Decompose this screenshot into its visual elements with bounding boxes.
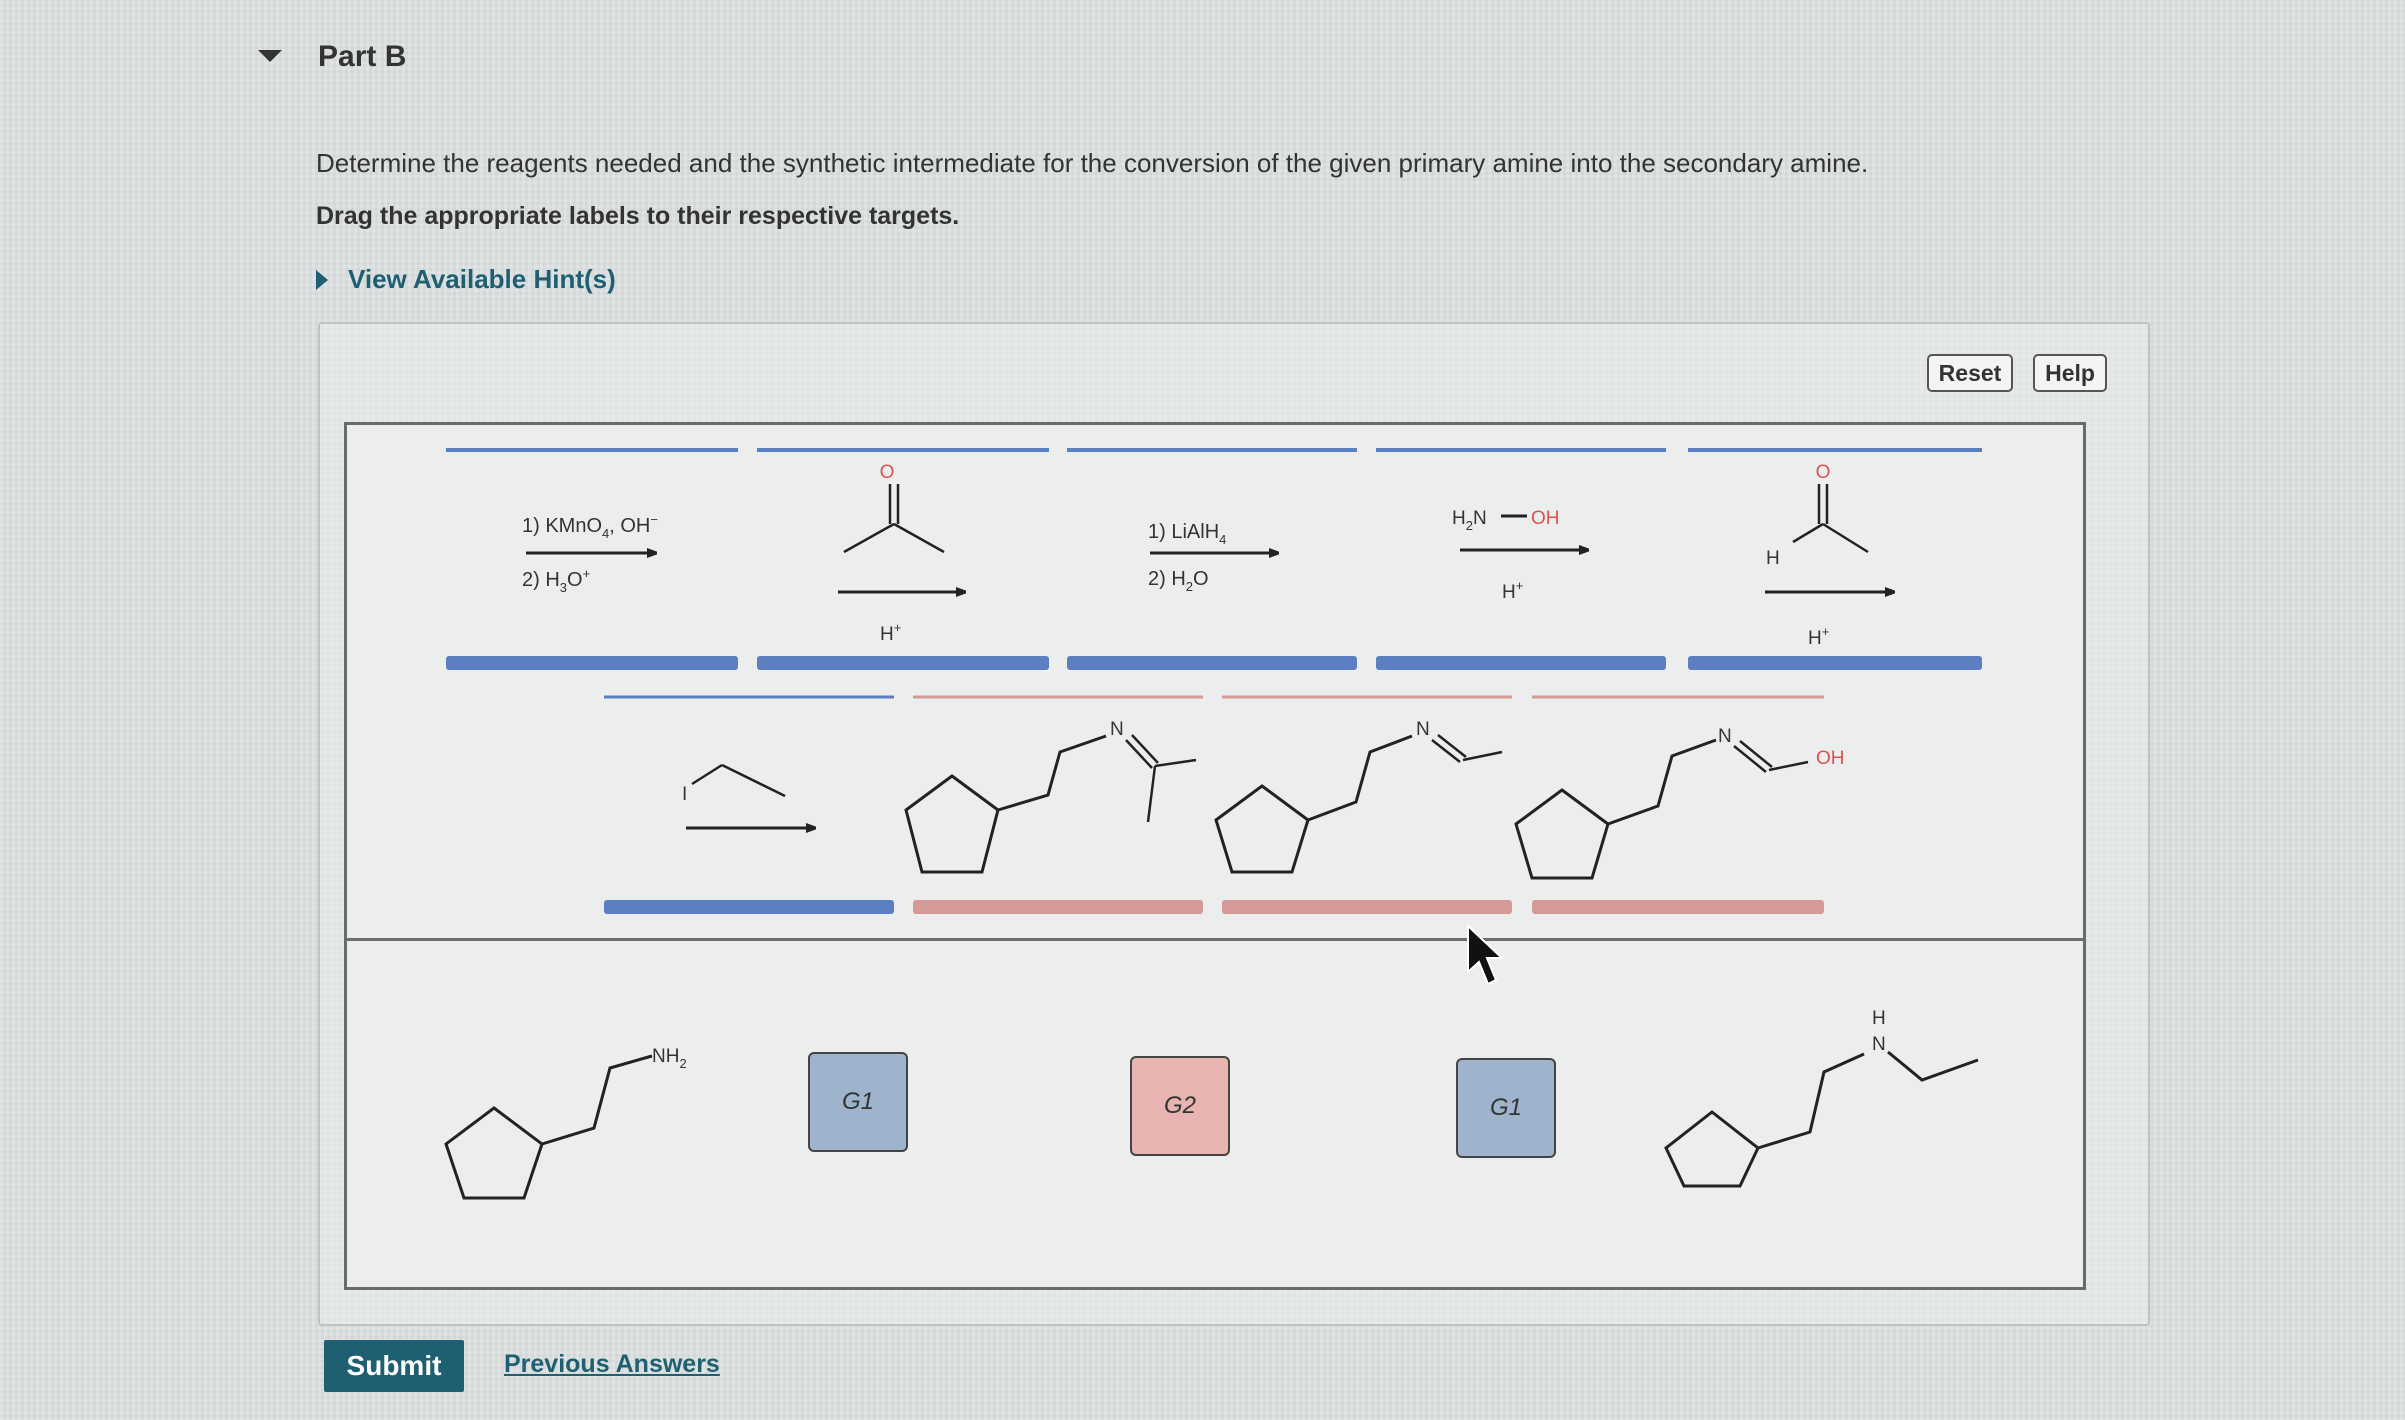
svg-text:H: H — [1872, 1008, 1886, 1029]
svg-text:NH2: NH2 — [652, 1046, 687, 1071]
reaction-scheme: 1) KMnO4, OH− 2) H3O+ O H+ 1) LiAlH4 2) … — [444, 448, 1982, 1200]
mouse-cursor-icon — [1467, 924, 1505, 986]
submit-button[interactable]: Submit — [324, 1340, 464, 1392]
svg-text:N: N — [1718, 726, 1732, 747]
svg-text:H2N: H2N — [1452, 508, 1487, 533]
svg-text:2) H3O+: 2) H3O+ — [522, 566, 590, 595]
svg-text:I: I — [682, 784, 687, 805]
reagent-kmno4[interactable]: 1) KMnO4, OH− 2) H3O+ — [522, 512, 658, 595]
svg-text:H+: H+ — [1502, 578, 1523, 603]
svg-text:H: H — [1766, 548, 1780, 569]
svg-text:O: O — [880, 462, 895, 483]
svg-text:H+: H+ — [880, 620, 901, 645]
reagent-target-5[interactable] — [1688, 448, 1982, 670]
svg-text:H+: H+ — [1808, 624, 1829, 649]
reagent-target-6[interactable] — [604, 695, 894, 914]
label-g1-a[interactable]: G1 — [808, 1052, 908, 1152]
label-g2[interactable]: G2 — [1130, 1056, 1230, 1156]
svg-text:2) H2O: 2) H2O — [1148, 568, 1209, 594]
label-g1-b[interactable]: G1 — [1456, 1058, 1556, 1158]
svg-text:N: N — [1110, 719, 1124, 740]
svg-text:OH: OH — [1531, 508, 1560, 529]
svg-text:N: N — [1872, 1034, 1886, 1055]
svg-text:OH: OH — [1816, 748, 1845, 769]
structure-isopropylidene-imine: N — [904, 719, 1197, 874]
reagent-acetaldehyde[interactable]: O H H+ — [1765, 462, 1894, 649]
reagent-target-4[interactable] — [1376, 448, 1666, 670]
previous-answers-link[interactable]: Previous Answers — [504, 1350, 720, 1379]
structure-hydroxy-imine: N OH — [1514, 726, 1845, 880]
structure-starting-amine: NH2 — [444, 1046, 687, 1200]
structure-product-amine: H N — [1664, 1008, 1979, 1188]
svg-text:O: O — [1816, 462, 1831, 483]
intermediate-target-3[interactable] — [1532, 695, 1824, 914]
svg-text:1) KMnO4, OH−: 1) KMnO4, OH− — [522, 512, 658, 541]
reagent-hydroxylamine[interactable]: H2N OH H+ — [1452, 508, 1588, 603]
reagent-target-1[interactable] — [446, 448, 738, 670]
svg-text:1) LiAlH4: 1) LiAlH4 — [1148, 521, 1226, 547]
reagent-target-3[interactable] — [1067, 448, 1357, 670]
reagent-ethyl-iodide[interactable]: I — [682, 763, 815, 828]
reagent-target-2[interactable] — [757, 448, 1049, 670]
intermediate-target-2[interactable] — [1222, 695, 1512, 914]
intermediate-target-1[interactable] — [913, 695, 1203, 914]
svg-text:N: N — [1416, 719, 1430, 740]
reagent-lialh4[interactable]: 1) LiAlH4 2) H2O — [1148, 521, 1278, 594]
reagent-acetone[interactable]: O H+ — [838, 462, 965, 645]
structure-ethylidene-imine: N — [1214, 719, 1503, 874]
